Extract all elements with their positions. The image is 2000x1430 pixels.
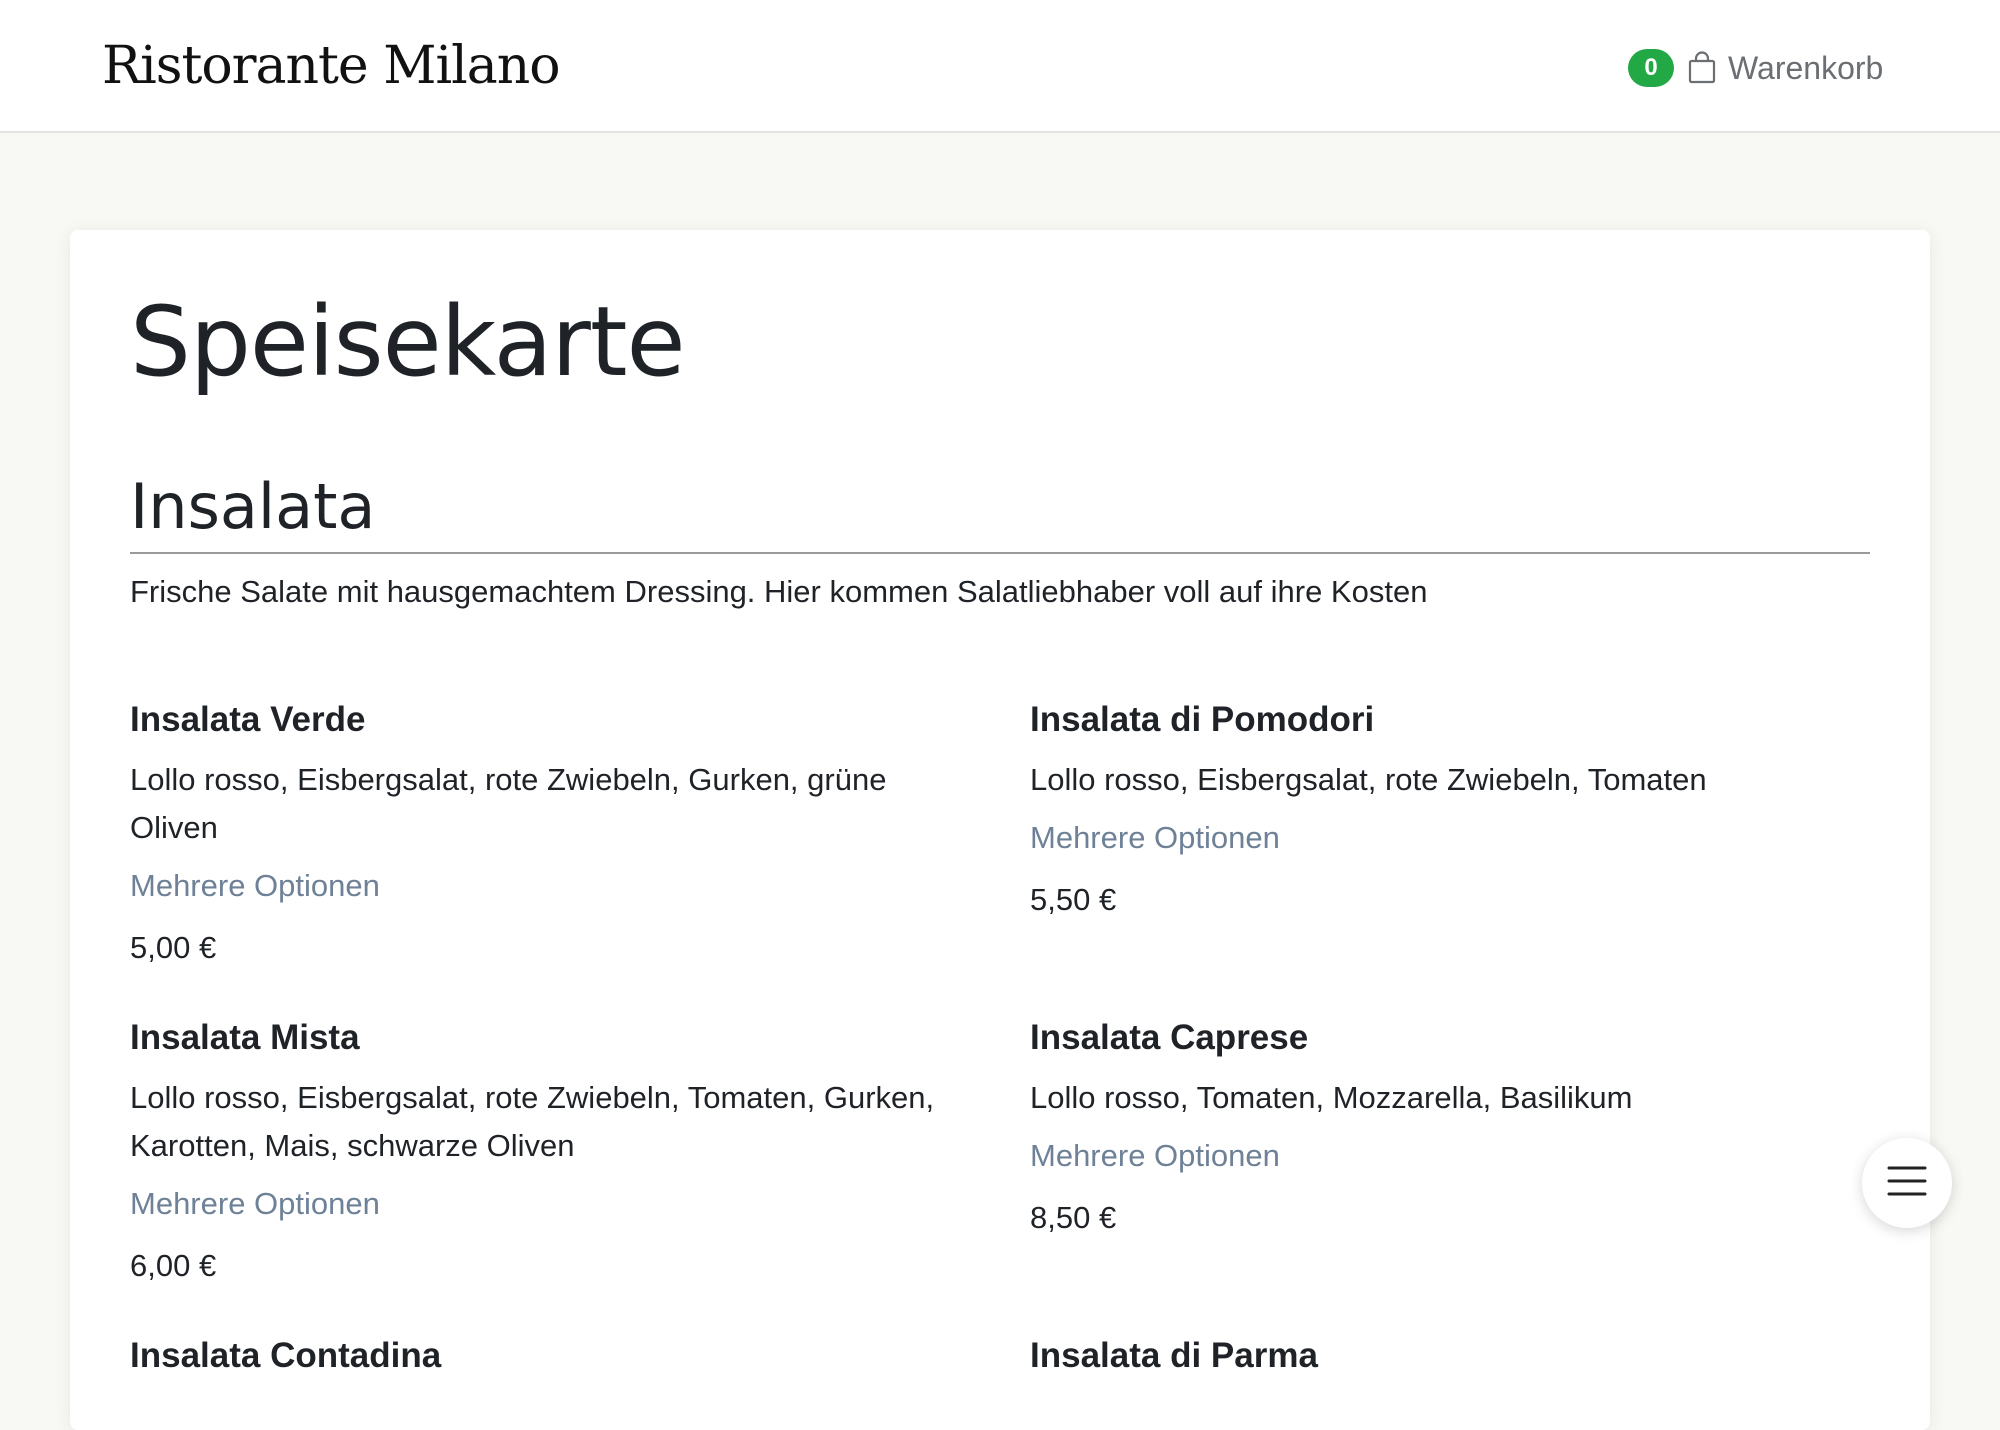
menu-item[interactable]: Insalata di Parma — [1030, 1332, 1880, 1380]
more-options-link[interactable]: Mehrere Optionen — [1030, 1132, 1880, 1180]
more-options-link[interactable]: Mehrere Optionen — [130, 1180, 980, 1228]
hamburger-menu-icon — [1887, 1164, 1927, 1202]
top-navbar: Ristorante Milano 0 Warenkorb — [0, 0, 2000, 133]
menu-item-description: Lollo rosso, Eisbergsalat, rote Zwiebeln… — [130, 762, 887, 845]
menu-item-name: Insalata Mista — [130, 1018, 360, 1057]
more-options-link[interactable]: Mehrere Optionen — [130, 862, 980, 910]
menu-item-price: 6,00 € — [130, 1248, 217, 1283]
shopping-bag-icon — [1684, 50, 1720, 86]
menu-item-name: Insalata di Pomodori — [1030, 700, 1375, 739]
menu-item-name: Insalata di Parma — [1030, 1336, 1318, 1375]
menu-item[interactable]: Insalata Mista Lollo rosso, Eisbergsalat… — [130, 1014, 980, 1290]
menu-item[interactable]: Insalata Verde Lollo rosso, Eisbergsalat… — [130, 696, 980, 972]
cart-label: Warenkorb — [1728, 49, 1884, 86]
menu-items-grid: Insalata Verde Lollo rosso, Eisbergsalat… — [70, 230, 1930, 1430]
menu-item[interactable]: Insalata di Pomodori Lollo rosso, Eisber… — [1030, 696, 1880, 924]
menu-item-name: Insalata Verde — [130, 700, 366, 739]
menu-item-description: Lollo rosso, Eisbergsalat, rote Zwiebeln… — [1030, 762, 1707, 797]
floating-menu-button[interactable] — [1862, 1138, 1952, 1228]
brand-logo[interactable]: Ristorante Milano — [102, 36, 561, 96]
menu-item-price: 5,00 € — [130, 930, 217, 965]
cart-count-badge: 0 — [1628, 49, 1674, 87]
menu-item-description: Lollo rosso, Eisbergsalat, rote Zwiebeln… — [130, 1080, 935, 1163]
menu-item[interactable]: Insalata Caprese Lollo rosso, Tomaten, M… — [1030, 1014, 1880, 1242]
menu-item-description: Lollo rosso, Tomaten, Mozzarella, Basili… — [1030, 1080, 1633, 1115]
menu-card: Speisekarte Insalata Frische Salate mit … — [70, 230, 1930, 1430]
cart-button[interactable]: 0 Warenkorb — [1628, 46, 1883, 90]
menu-item-price: 8,50 € — [1030, 1200, 1117, 1235]
menu-item-name: Insalata Contadina — [130, 1336, 442, 1375]
menu-item-name: Insalata Caprese — [1030, 1018, 1309, 1057]
more-options-link[interactable]: Mehrere Optionen — [1030, 814, 1880, 862]
menu-item-price: 5,50 € — [1030, 882, 1117, 917]
menu-item[interactable]: Insalata Contadina — [130, 1332, 980, 1380]
